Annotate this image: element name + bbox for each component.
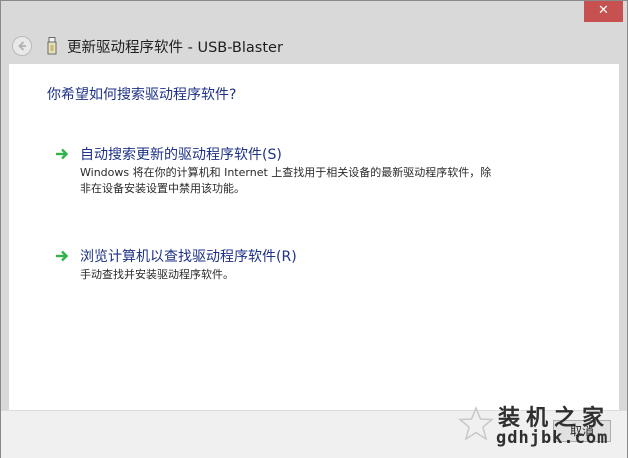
dialog-content: 你希望如何搜索驱动程序软件? 自动搜索更新的驱动程序软件(S) Windows … (9, 64, 619, 410)
watermark-url: gdhjbk.com (496, 428, 609, 448)
green-arrow-icon (56, 250, 69, 262)
usb-device-icon (47, 37, 57, 55)
option-auto-search-description: Windows 将在你的计算机和 Internet 上查找用于相关设备的最新驱动… (80, 166, 492, 195)
option-browse-computer-description: 手动查找并安装驱动程序软件。 (80, 268, 234, 281)
title-bar: ✕ (1, 1, 627, 28)
option-browse-computer[interactable]: 浏览计算机以查找驱动程序软件(R) 手动查找并安装驱动程序软件。 (55, 246, 575, 286)
green-arrow-icon (56, 148, 69, 160)
dialog-window: ✕ 更新驱动程序软件 - USB-Blaster 你希望如何搜索驱动程序软件? … (0, 0, 628, 458)
dialog-header: 更新驱动程序软件 - USB-Blaster (1, 28, 627, 64)
back-button[interactable] (12, 36, 32, 56)
back-arrow-icon (18, 41, 26, 51)
star-icon (458, 406, 494, 441)
option-browse-computer-title[interactable]: 浏览计算机以查找驱动程序软件(R) (80, 246, 297, 266)
watermark: 装机之家 gdhjbk.com (456, 398, 624, 456)
page-question: 你希望如何搜索驱动程序软件? (47, 87, 237, 103)
close-button[interactable]: ✕ (584, 1, 623, 22)
option-auto-search-title[interactable]: 自动搜索更新的驱动程序软件(S) (80, 144, 282, 164)
window-title: 更新驱动程序软件 - USB-Blaster (67, 40, 283, 56)
close-icon: ✕ (598, 3, 609, 18)
option-auto-search[interactable]: 自动搜索更新的驱动程序软件(S) Windows 将在你的计算机和 Intern… (55, 144, 575, 196)
